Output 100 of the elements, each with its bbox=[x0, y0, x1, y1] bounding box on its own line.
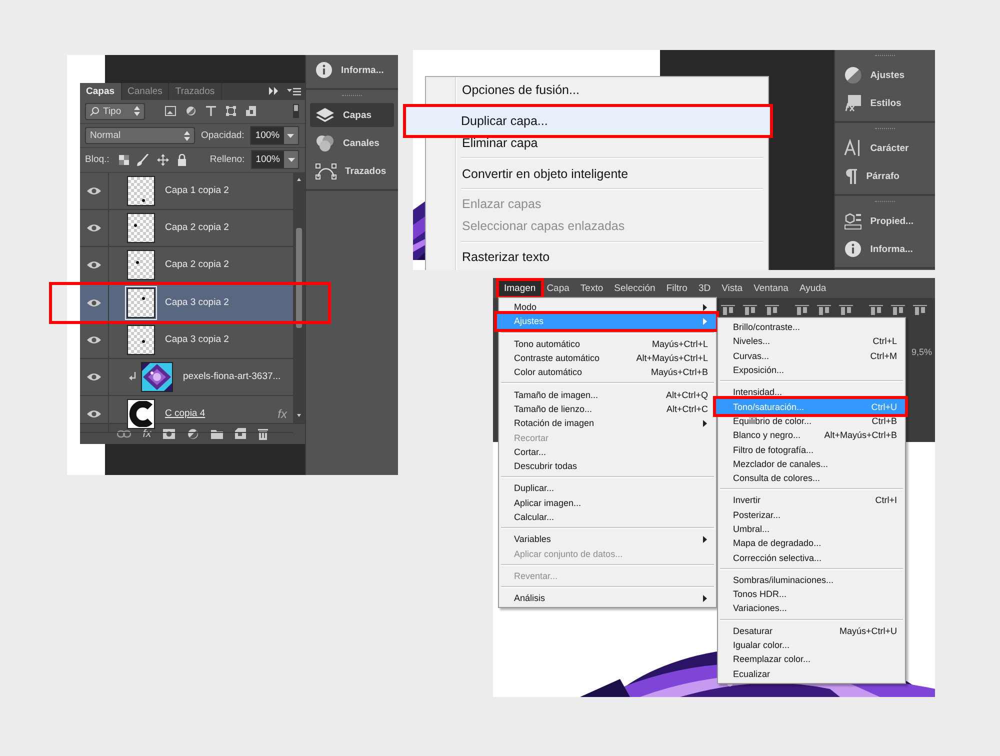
menu-bar-item[interactable]: Filtro bbox=[661, 280, 692, 296]
menu-bar-item[interactable]: Ayuda bbox=[794, 280, 832, 296]
menu-item[interactable]: Tamaño de lienzo... Alt+Ctrl+C bbox=[499, 402, 716, 416]
dock-item[interactable]: Capas bbox=[310, 103, 394, 127]
menu-bar-item[interactable]: 3D bbox=[693, 280, 716, 296]
type-filter-icon[interactable] bbox=[206, 106, 216, 116]
menu-item[interactable]: Rasterizar texto bbox=[429, 246, 765, 268]
dock-item[interactable]: Propied... bbox=[839, 209, 931, 233]
panel-tab[interactable]: Capas bbox=[80, 83, 122, 100]
move-icon[interactable] bbox=[157, 154, 170, 166]
fill-field[interactable]: 100% bbox=[250, 150, 299, 170]
trash-icon[interactable] bbox=[258, 428, 268, 440]
collapse-icon[interactable] bbox=[269, 87, 279, 96]
menu-item[interactable]: Blanco y negro... Alt+Mayús+Ctrl+B bbox=[718, 428, 905, 442]
menu-bar-item[interactable]: Ventana bbox=[748, 280, 794, 296]
menu-item[interactable]: Invertir Ctrl+I bbox=[718, 493, 905, 508]
image-filter-icon[interactable] bbox=[165, 106, 176, 116]
eye-icon[interactable] bbox=[86, 408, 102, 419]
menu-item[interactable]: Mezclador de canales... bbox=[718, 456, 905, 471]
layer-row[interactable]: pexels-fiona-art-3637... bbox=[80, 358, 293, 396]
eye-icon[interactable] bbox=[86, 372, 102, 382]
dropdown-button[interactable] bbox=[284, 151, 298, 168]
dock-item[interactable]: Ajustes bbox=[839, 63, 931, 87]
menu-item[interactable]: Reemplazar color... bbox=[718, 652, 905, 667]
menu-item[interactable]: Sombras/iluminaciones... bbox=[718, 572, 905, 588]
menu-item[interactable]: Duplicar capa... bbox=[403, 104, 773, 138]
layer-row[interactable]: Capa 2 copia 2 bbox=[80, 210, 293, 247]
caret-icon bbox=[287, 134, 294, 138]
menu-item[interactable]: Tamaño de imagen... Alt+Ctrl+Q bbox=[499, 387, 716, 402]
filter-toggle-icon[interactable] bbox=[293, 104, 299, 118]
blend-mode-dropdown[interactable]: Normal bbox=[85, 127, 195, 144]
menu-item[interactable]: Niveles... Ctrl+L bbox=[718, 334, 905, 349]
menu-item[interactable]: Consulta de colores... bbox=[718, 470, 905, 486]
menu-item[interactable]: Opciones de fusión... bbox=[429, 79, 765, 102]
link-icon[interactable] bbox=[116, 430, 131, 438]
menu-item[interactable]: Curvas... Ctrl+M bbox=[718, 348, 905, 363]
menu-bar-item[interactable]: Imagen bbox=[496, 278, 544, 298]
eye-icon[interactable] bbox=[86, 260, 102, 270]
menu-item[interactable]: Mapa de degradado... bbox=[718, 536, 905, 550]
menu-item[interactable]: Descubrir todas bbox=[499, 458, 716, 474]
mask-icon[interactable] bbox=[163, 428, 176, 439]
lock-icon[interactable] bbox=[177, 154, 188, 166]
adjustment-filter-icon[interactable] bbox=[186, 106, 196, 116]
menu-item[interactable]: Brillo/contraste... bbox=[718, 320, 905, 334]
lock-transparency-icon[interactable] bbox=[119, 154, 130, 165]
menu-item[interactable]: Posterizar... bbox=[718, 508, 905, 522]
eye-icon[interactable] bbox=[86, 334, 102, 345]
menu-item[interactable]: Igualar color... bbox=[718, 638, 905, 652]
menu-item[interactable]: Tonos HDR... bbox=[718, 587, 905, 602]
menu-bar-item[interactable]: Vista bbox=[716, 280, 748, 296]
menu-item[interactable]: Rotación de imagen bbox=[499, 416, 716, 430]
eye-icon[interactable] bbox=[86, 222, 102, 233]
new-layer-icon[interactable] bbox=[235, 428, 246, 440]
caret-icon bbox=[288, 158, 294, 162]
layer-row[interactable]: Capa 2 copia 2 bbox=[80, 246, 293, 284]
menu-item[interactable]: Calcular... bbox=[499, 510, 716, 524]
panel-tab[interactable]: Trazados bbox=[169, 83, 222, 100]
eye-icon[interactable] bbox=[86, 298, 102, 308]
menu-item[interactable]: Umbral... bbox=[718, 522, 905, 536]
menu-item[interactable]: Corrección selectiva... bbox=[718, 550, 905, 565]
dock-item[interactable]: Informa... bbox=[839, 237, 931, 261]
adjustment-layer-icon[interactable] bbox=[187, 428, 200, 440]
menu-bar-item[interactable]: Capa bbox=[542, 280, 574, 296]
filter-dropdown[interactable]: Tipo bbox=[85, 102, 145, 120]
menu-item[interactable]: Filtro de fotografía... bbox=[718, 442, 905, 457]
layer-row[interactable]: Capa 3 copia 2 bbox=[49, 282, 331, 324]
dock-item[interactable]: Estilos bbox=[839, 91, 931, 115]
layer-row[interactable]: Capa 3 copia 2 bbox=[80, 322, 293, 359]
panel-menu-icon[interactable] bbox=[287, 86, 301, 96]
menu-item[interactable]: Variaciones... bbox=[718, 601, 905, 616]
dock-item[interactable]: Trazados bbox=[310, 159, 394, 183]
dock-item[interactable]: Informa... bbox=[310, 58, 394, 82]
menu-item[interactable]: Duplicar... bbox=[499, 481, 716, 496]
panel-tab[interactable]: Canales bbox=[122, 83, 170, 100]
menu-item[interactable]: Análisis bbox=[499, 591, 716, 606]
menu-bar-item[interactable]: Selección bbox=[609, 280, 660, 296]
menu-item[interactable]: Cortar... bbox=[499, 444, 716, 459]
menu-item[interactable]: Ecualizar bbox=[718, 666, 905, 681]
brush-icon[interactable] bbox=[137, 154, 150, 166]
smart-object-filter-icon[interactable] bbox=[246, 106, 256, 116]
character-icon bbox=[844, 139, 862, 157]
opacity-field[interactable]: 100% bbox=[250, 126, 299, 146]
eye-icon[interactable] bbox=[86, 186, 102, 196]
dock-item[interactable]: Carácter bbox=[839, 136, 931, 160]
dock-item[interactable]: Canales bbox=[310, 131, 394, 155]
menu-item[interactable]: Desaturar Mayús+Ctrl+U bbox=[718, 624, 905, 638]
menu-item[interactable]: Color automático Mayús+Ctrl+B bbox=[499, 365, 716, 380]
dock-item[interactable]: Párrafo bbox=[839, 164, 931, 188]
styles-icon bbox=[844, 94, 862, 112]
menu-item[interactable]: Variables bbox=[499, 532, 716, 546]
menu-item[interactable]: Convertir en objeto inteligente bbox=[429, 162, 765, 185]
shape-filter-icon[interactable] bbox=[226, 106, 236, 116]
menu-item[interactable]: Contraste automático Alt+Mayús+Ctrl+L bbox=[499, 350, 716, 366]
dropdown-button[interactable] bbox=[284, 127, 298, 144]
menu-item[interactable]: Aplicar imagen... bbox=[499, 496, 716, 510]
layer-row[interactable]: Capa 1 copia 2 bbox=[80, 172, 293, 210]
menu-item[interactable]: Exposición... bbox=[718, 362, 905, 378]
menu-item[interactable]: Tono automático Mayús+Ctrl+L bbox=[499, 336, 716, 351]
menu-bar-item[interactable]: Texto bbox=[575, 280, 608, 296]
channels-icon bbox=[315, 134, 335, 152]
